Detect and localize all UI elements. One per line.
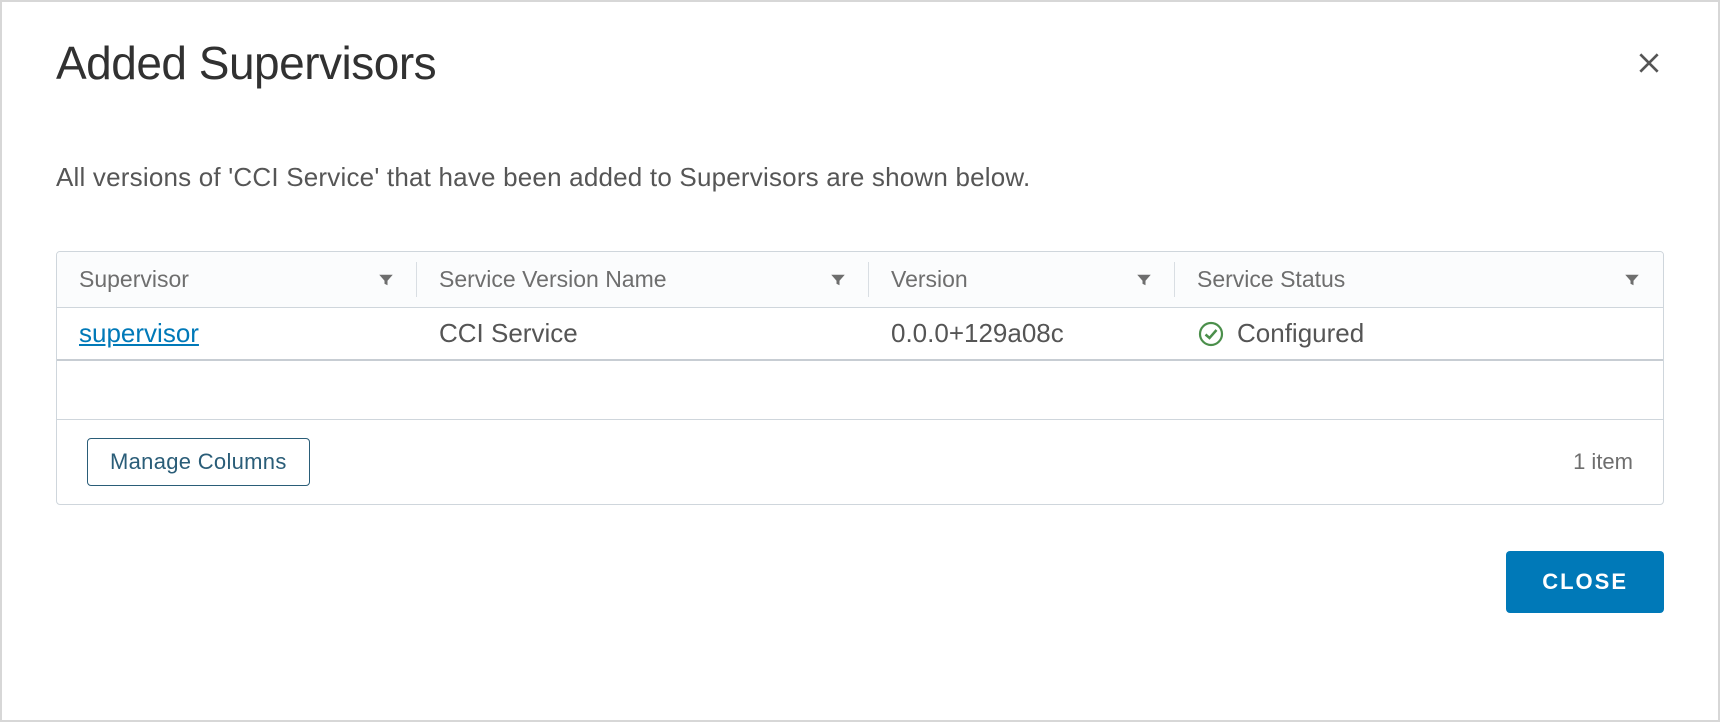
column-header-service-version-name[interactable]: Service Version Name [417,252,869,307]
close-icon[interactable] [1634,48,1664,78]
table-empty-space [57,361,1663,419]
status-label: Configured [1237,318,1364,349]
filter-icon[interactable] [1623,271,1641,289]
manage-columns-button[interactable]: Manage Columns [87,438,310,486]
filter-icon[interactable] [1135,271,1153,289]
filter-icon[interactable] [377,271,395,289]
supervisors-table: Supervisor Service Version Name Version … [56,251,1664,505]
cell-service-version-name: CCI Service [417,308,869,359]
column-header-label: Service Status [1197,266,1345,293]
cell-supervisor: supervisor [57,308,417,359]
item-count: 1 item [1573,449,1633,475]
table-header-row: Supervisor Service Version Name Version … [57,252,1663,308]
column-header-label: Service Version Name [439,266,667,293]
modal-actions: CLOSE [56,551,1664,613]
filter-icon[interactable] [829,271,847,289]
table-footer: Manage Columns 1 item [57,419,1663,504]
cell-version: 0.0.0+129a08c [869,308,1175,359]
table-row: supervisor CCI Service 0.0.0+129a08c Con… [57,308,1663,361]
close-button[interactable]: CLOSE [1506,551,1664,613]
column-header-version[interactable]: Version [869,252,1175,307]
modal-title: Added Supervisors [56,36,436,90]
modal-description: All versions of 'CCI Service' that have … [56,162,1664,193]
column-header-label: Version [891,266,968,293]
added-supervisors-modal: Added Supervisors All versions of 'CCI S… [0,0,1720,722]
modal-header: Added Supervisors [56,36,1664,90]
column-header-supervisor[interactable]: Supervisor [57,252,417,307]
cell-service-status: Configured [1175,308,1663,359]
supervisor-link[interactable]: supervisor [79,318,199,349]
check-circle-icon [1197,320,1225,348]
column-header-label: Supervisor [79,266,189,293]
column-header-service-status[interactable]: Service Status [1175,252,1663,307]
